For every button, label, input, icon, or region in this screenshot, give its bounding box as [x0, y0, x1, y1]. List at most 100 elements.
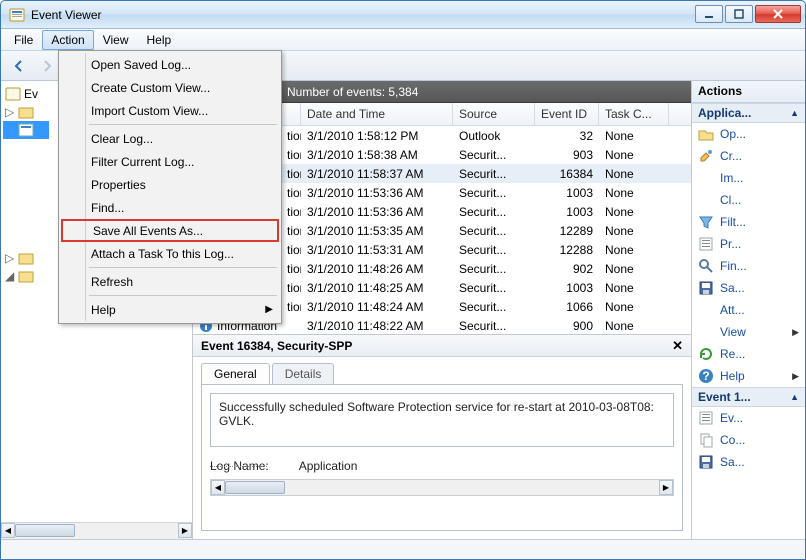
menu-item[interactable]: Clear Log... — [61, 127, 279, 150]
tree-root[interactable]: Ev — [3, 85, 49, 103]
menu-item[interactable]: Attach a Task To this Log... — [61, 242, 279, 265]
blank-icon — [698, 324, 714, 340]
menu-item[interactable]: Find... — [61, 196, 279, 219]
filter-icon — [698, 214, 714, 230]
cell-task: None — [599, 262, 669, 276]
submenu-arrow-icon: ▶ — [792, 327, 799, 338]
menu-item[interactable]: Create Custom View... — [61, 76, 279, 99]
cell-source: Securit... — [453, 262, 535, 276]
maximize-button[interactable] — [725, 5, 753, 23]
menu-item[interactable]: Filter Current Log... — [61, 150, 279, 173]
scroll-left-icon[interactable]: ◀ — [1, 523, 15, 538]
save-icon — [698, 280, 714, 296]
cell-date: 3/1/2010 11:48:22 AM — [301, 319, 453, 333]
app-icon — [9, 7, 25, 23]
col-source[interactable]: Source — [453, 103, 535, 125]
scroll-thumb[interactable] — [15, 524, 75, 537]
action-item[interactable]: Co... — [692, 429, 805, 451]
action-label: Sa... — [720, 281, 745, 295]
menu-item[interactable]: Open Saved Log... — [61, 53, 279, 76]
action-item[interactable]: Sa... — [692, 277, 805, 299]
action-menu-dropdown[interactable]: Open Saved Log...Create Custom View...Im… — [58, 50, 282, 324]
tab-general[interactable]: General — [201, 363, 270, 384]
cell-date: 3/1/2010 11:48:25 AM — [301, 281, 453, 295]
forward-button[interactable] — [35, 54, 59, 78]
col-eventid[interactable]: Event ID — [535, 103, 599, 125]
cell-date: 3/1/2010 11:58:37 AM — [301, 167, 453, 181]
scroll-left-icon[interactable]: ◀ — [211, 480, 225, 495]
cell-date: 3/1/2010 11:53:36 AM — [301, 186, 453, 200]
menu-item[interactable]: Save All Events As... — [61, 219, 279, 242]
back-button[interactable] — [7, 54, 31, 78]
cell-eventid: 903 — [535, 148, 599, 162]
actions-section-event[interactable]: Event 1...▲ — [692, 387, 805, 407]
cell-source: Securit... — [453, 243, 535, 257]
tree-row[interactable]: ▷ — [3, 249, 49, 267]
cell-eventid: 16384 — [535, 167, 599, 181]
cell-source: Securit... — [453, 300, 535, 314]
action-label: Ev... — [720, 411, 743, 425]
cell-task: None — [599, 205, 669, 219]
tree-row[interactable]: ◢ — [3, 267, 49, 285]
menu-item[interactable]: Help▶ — [61, 298, 279, 321]
action-item[interactable]: Cl... — [692, 189, 805, 211]
titlebar[interactable]: Event Viewer — [1, 1, 805, 29]
cell-source: Securit... — [453, 167, 535, 181]
tree-row-selected[interactable] — [3, 121, 49, 139]
tab-details[interactable]: Details — [272, 363, 335, 384]
open-icon — [698, 126, 714, 142]
menu-separator — [89, 295, 277, 296]
event-message: Successfully scheduled Software Protecti… — [210, 393, 674, 447]
action-label: Op... — [720, 127, 746, 141]
action-item[interactable]: Filt... — [692, 211, 805, 233]
cell-task: None — [599, 129, 669, 143]
action-item[interactable]: Im... — [692, 167, 805, 189]
action-item[interactable]: View▶ — [692, 321, 805, 343]
cell-task: None — [599, 148, 669, 162]
minimize-button[interactable] — [695, 5, 723, 23]
action-label: Re... — [720, 347, 745, 361]
action-item[interactable]: Att... — [692, 299, 805, 321]
menu-help[interactable]: Help — [138, 30, 181, 50]
action-item[interactable]: Fin... — [692, 255, 805, 277]
actions-section-application[interactable]: Applica...▲ — [692, 103, 805, 123]
cell-eventid: 12288 — [535, 243, 599, 257]
menu-item[interactable]: Import Custom View... — [61, 99, 279, 122]
cell-source: Securit... — [453, 281, 535, 295]
tree-hscrollbar[interactable]: ◀ ▶ — [1, 522, 192, 539]
menu-item[interactable]: Properties — [61, 173, 279, 196]
actions-header: Actions — [692, 81, 805, 103]
scroll-thumb[interactable] — [225, 481, 285, 494]
props-icon — [698, 236, 714, 252]
col-date[interactable]: Date and Time — [301, 103, 453, 125]
menubar: File Action View Help — [1, 29, 805, 51]
cell-source: Securit... — [453, 319, 535, 333]
detail-hscrollbar[interactable]: ◀ ▶ — [210, 479, 674, 496]
menu-action[interactable]: Action — [42, 30, 93, 50]
action-item[interactable]: Re... — [692, 343, 805, 365]
tree-row[interactable]: ▷ — [3, 103, 49, 121]
log-name-value: Application — [299, 459, 358, 473]
cell-date: 3/1/2010 11:53:36 AM — [301, 205, 453, 219]
action-label: Im... — [720, 171, 743, 185]
menu-view[interactable]: View — [94, 30, 138, 50]
col-task[interactable]: Task C... — [599, 103, 669, 125]
action-item[interactable]: Sa... — [692, 451, 805, 473]
action-item[interactable]: Cr... — [692, 145, 805, 167]
cell-task: None — [599, 319, 669, 333]
action-item[interactable]: Op... — [692, 123, 805, 145]
menu-file[interactable]: File — [5, 30, 42, 50]
action-item[interactable]: ?Help▶ — [692, 365, 805, 387]
scroll-right-icon[interactable]: ▶ — [659, 480, 673, 495]
cell-source: Securit... — [453, 205, 535, 219]
find-icon — [698, 258, 714, 274]
close-button[interactable] — [755, 5, 801, 23]
detail-close-button[interactable]: ✕ — [672, 338, 683, 354]
action-item[interactable]: Pr... — [692, 233, 805, 255]
action-item[interactable]: Ev... — [692, 407, 805, 429]
action-label: Att... — [720, 303, 745, 317]
scroll-right-icon[interactable]: ▶ — [178, 523, 192, 538]
action-label: Co... — [720, 433, 745, 447]
menu-item[interactable]: Refresh — [61, 270, 279, 293]
cell-source: Securit... — [453, 224, 535, 238]
